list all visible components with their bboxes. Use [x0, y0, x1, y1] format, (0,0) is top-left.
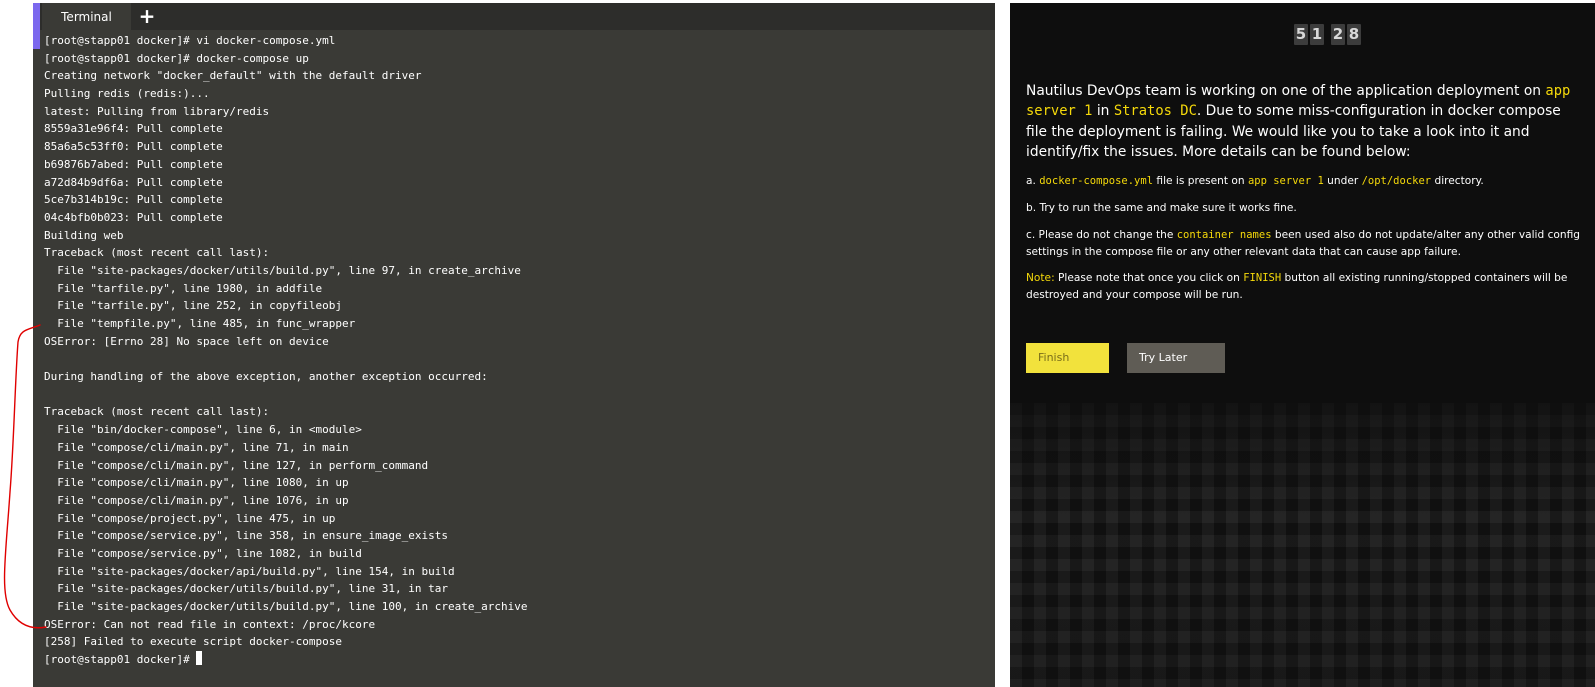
terminal-line: Creating network "docker_default" with t… [44, 69, 422, 83]
terminal-tab-bar: Terminal + [33, 3, 995, 30]
terminal-line: 8559a31e96f4: Pull complete [44, 122, 223, 136]
terminal-cursor [196, 651, 203, 666]
terminal-output[interactable]: [root@stapp01 docker]# vi docker-compose… [44, 32, 984, 682]
container-names-highlight: container names [1176, 229, 1272, 241]
timer-digit: 1 [1310, 24, 1324, 45]
terminal-line: Building web [44, 228, 124, 242]
terminal-line: OSError: Can not read file in context: /… [44, 617, 376, 631]
terminal-line: File "bin/docker-compose", line 6, in <m… [44, 423, 362, 437]
terminal-line: OSError: [Errno 28] No space left on dev… [44, 334, 329, 348]
terminal-prompt-line[interactable]: [root@stapp01 docker]# [44, 651, 984, 669]
datacenter-highlight: Stratos DC [1113, 103, 1197, 120]
terminal-line: File "tempfile.py", line 485, in func_wr… [44, 317, 356, 330]
terminal-line: File "compose/cli/main.py", line 71, in … [44, 440, 349, 454]
page: Terminal + [root@stapp01 docker]# vi doc… [0, 0, 1595, 687]
terminal-line: Traceback (most recent call last): [44, 246, 270, 260]
terminal-line: File "tarfile.py", line 252, in copyfile… [44, 299, 343, 313]
terminal-line: During handling of the above exception, … [44, 370, 488, 384]
terminal-line: latest: Pulling from library/redis [44, 104, 270, 118]
terminal-prompt: [root@stapp01 docker]# [44, 653, 197, 667]
terminal-line: 5ce7b314b19c: Pull complete [44, 193, 223, 207]
terminal-line: File "compose/service.py", line 358, in … [44, 529, 448, 543]
terminal-line: File "site-packages/docker/utils/build.p… [44, 600, 528, 613]
terminal-line: 04c4bfb0b023: Pull complete [44, 210, 223, 224]
red-bracket-annotation [3, 324, 47, 629]
terminal-line: a72d84b9df6a: Pull complete [44, 175, 223, 189]
terminal-line: File "site-packages/docker/utils/build.p… [44, 582, 448, 596]
requirement-a: a. docker-compose.yml file is present on… [1026, 175, 1484, 187]
requirement-b: b. Try to run the same and make sure it … [1026, 202, 1297, 214]
finish-note: Note: Please note that once you click on… [1026, 272, 1568, 301]
terminal-active-indicator [33, 3, 40, 49]
terminal-line: Pulling redis (redis:)... [44, 87, 210, 101]
countdown-timer: 5 1 2 8 [1294, 24, 1361, 45]
directory-highlight: /opt/docker [1361, 175, 1432, 187]
terminal-line: File "compose/cli/main.py", line 1080, i… [44, 476, 349, 490]
terminal-line: File "compose/cli/main.py", line 1076, i… [44, 493, 349, 507]
file-name-highlight: docker-compose.yml [1039, 175, 1154, 187]
terminal-line: File "tarfile.py", line 1980, in addfile [44, 281, 323, 295]
terminal-line: Traceback (most recent call last): [44, 405, 270, 419]
terminal-line: File "site-packages/docker/api/build.py"… [44, 564, 455, 578]
terminal-line: [258] Failed to execute script docker-co… [44, 635, 343, 649]
timer-digit: 8 [1347, 24, 1361, 45]
terminal-line: b69876b7abed: Pull complete [44, 157, 223, 171]
finish-keyword: FINISH [1243, 272, 1282, 284]
task-description: Nautilus DevOps team is working on one o… [1026, 83, 1571, 160]
terminal-line: [root@stapp01 docker]# docker-compose up [44, 51, 309, 65]
terminal-line: [root@stapp01 docker]# vi docker-compose… [44, 34, 336, 47]
timer-digit: 2 [1331, 24, 1345, 45]
terminal-line: File "compose/service.py", line 1082, in… [44, 546, 362, 560]
terminal-window[interactable]: Terminal + [root@stapp01 docker]# vi doc… [33, 3, 995, 687]
terminal-line: 85a6a5c53ff0: Pull complete [44, 140, 223, 154]
add-tab-icon[interactable]: + [136, 3, 158, 30]
task-panel: 5 1 2 8 Nautilus DevOps team is working … [1010, 3, 1595, 687]
tab-terminal[interactable]: Terminal [42, 3, 131, 30]
try-later-button[interactable]: Try Later [1127, 343, 1225, 373]
app-server-highlight: app server 1 [1247, 175, 1324, 187]
terminal-line: File "compose/cli/main.py", line 127, in… [44, 458, 429, 472]
terminal-line: File "compose/project.py", line 475, in … [44, 511, 336, 525]
note-label: Note: [1026, 272, 1055, 284]
terminal-line: File "site-packages/docker/utils/build.p… [44, 263, 521, 277]
finish-button[interactable]: Finish [1026, 343, 1109, 373]
timer-digit: 5 [1294, 24, 1308, 45]
requirement-c: c. Please do not change the container na… [1026, 229, 1580, 258]
